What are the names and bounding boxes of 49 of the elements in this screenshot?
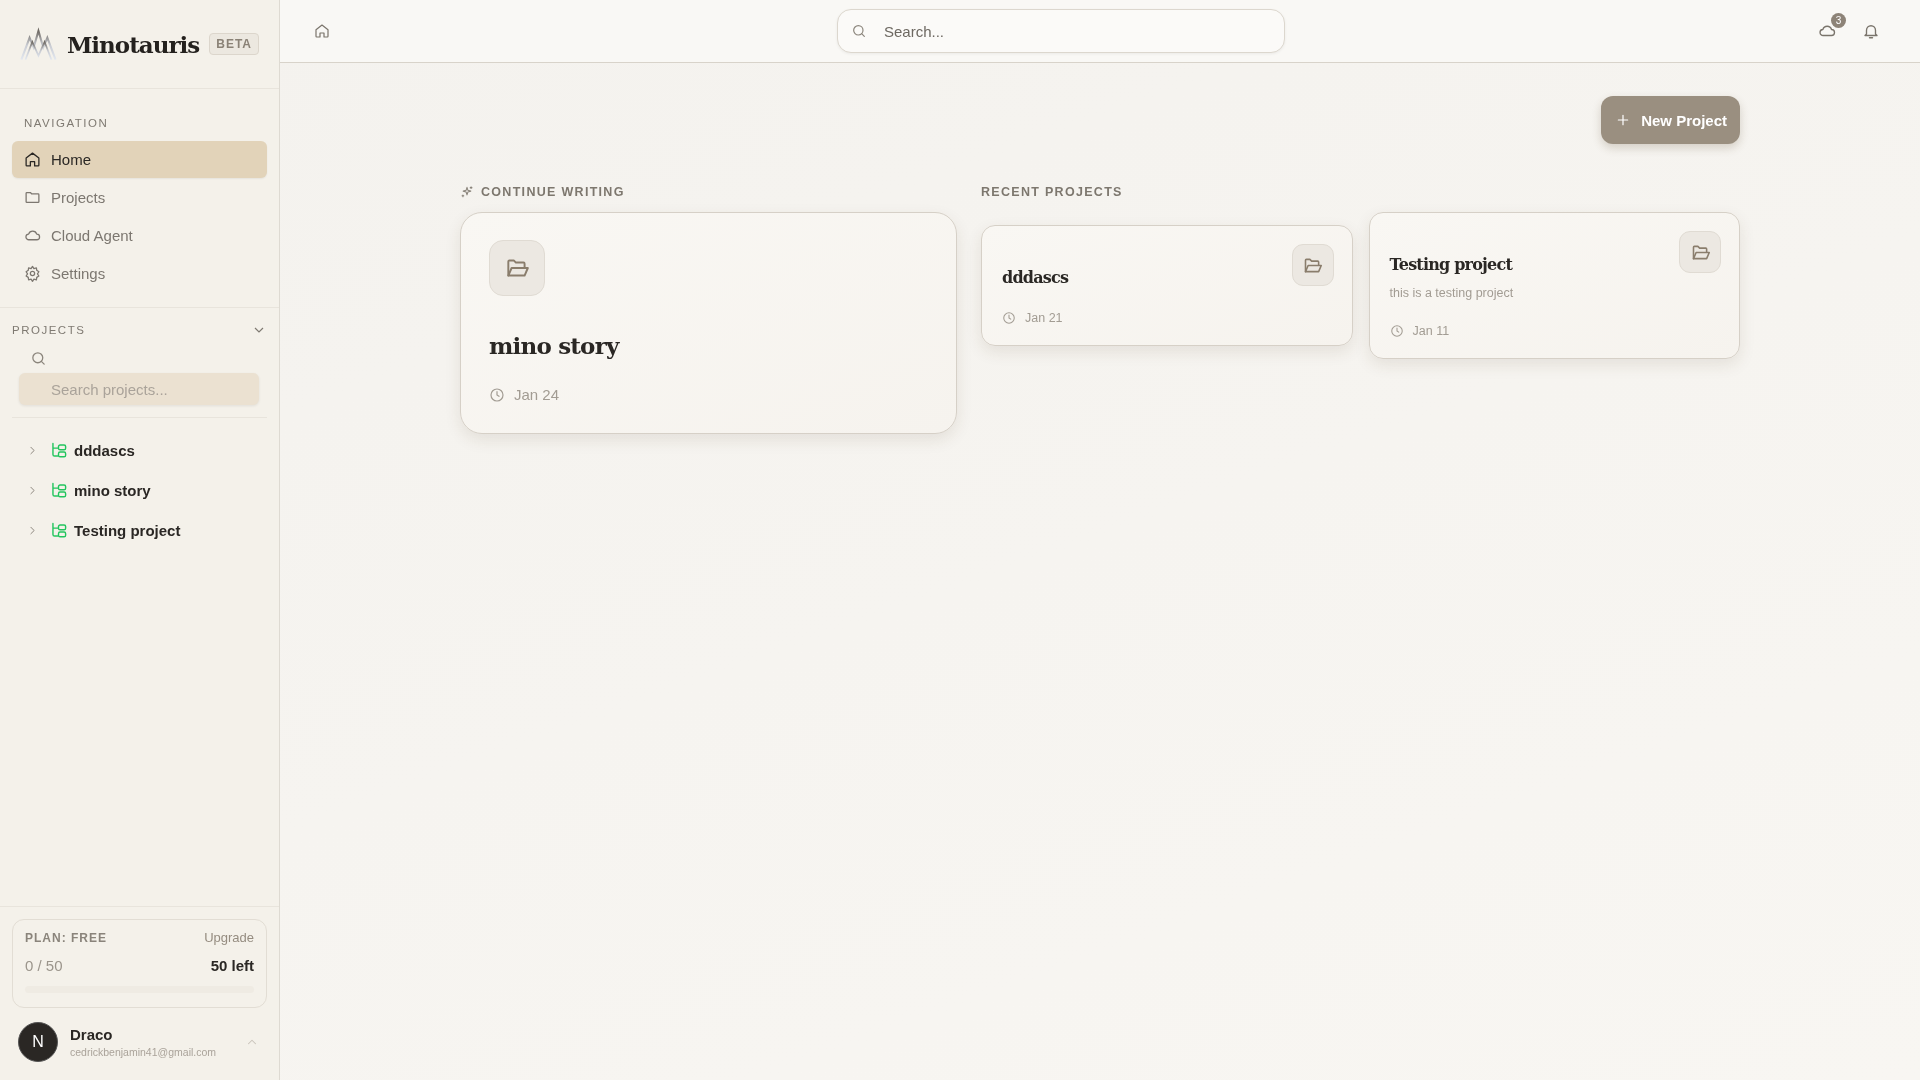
remaining-count: 50 left xyxy=(210,957,254,974)
search-field[interactable]: Search... xyxy=(837,9,1285,53)
project-date: Jan 24 xyxy=(514,386,560,403)
avatar[interactable]: N xyxy=(18,1022,58,1062)
section-heading: RECENT PROJECTS xyxy=(981,185,1123,199)
sparkle-icon xyxy=(460,185,474,199)
settings-icon xyxy=(24,265,41,282)
project-description: this is a testing project xyxy=(1389,286,1515,300)
folder-icon xyxy=(24,189,41,206)
user-email: cedrickbenjamin41@gmail.com xyxy=(70,1046,217,1058)
project-item[interactable]: Testing project xyxy=(74,521,181,539)
clock-icon xyxy=(1002,311,1016,325)
clock-icon xyxy=(489,386,505,403)
project-card[interactable]: Testing project this is a testing project Jan 11 xyxy=(1368,212,1740,359)
project-card[interactable]: mino story Jan 24 xyxy=(460,212,957,434)
project-card[interactable]: dddascs Jan 21 xyxy=(981,225,1353,346)
section-heading: NAVIGATION xyxy=(23,117,110,131)
folder-button[interactable] xyxy=(489,240,545,296)
search-icon xyxy=(851,23,867,39)
search-field[interactable]: Search projects... xyxy=(19,373,259,405)
folder-button[interactable] xyxy=(1679,231,1721,273)
project-tree-icon xyxy=(49,520,68,540)
nav-item[interactable]: Projects xyxy=(12,179,267,216)
project-tree-icon xyxy=(49,480,68,500)
project-date: Jan 11 xyxy=(1412,324,1450,338)
project-title: dddascs xyxy=(1002,268,1070,287)
notification-badge: 3 xyxy=(1831,13,1846,28)
folder-button[interactable] xyxy=(1291,244,1334,286)
section-heading: CONTINUE WRITING xyxy=(481,185,625,199)
project-title: Testing project xyxy=(1389,255,1514,274)
search-icon xyxy=(30,350,47,367)
section-heading: PROJECTS xyxy=(12,324,86,336)
project-tree-icon xyxy=(49,440,68,460)
project-title: mino story xyxy=(489,332,621,359)
notification-icon[interactable] xyxy=(1862,22,1880,40)
project-item[interactable]: dddascs xyxy=(74,441,135,459)
clock-icon xyxy=(1389,324,1404,338)
nav-item[interactable]: Home xyxy=(12,141,267,178)
user-name: Draco xyxy=(70,1026,114,1043)
usage-count: 0 / 50 xyxy=(25,957,63,974)
project-date: Jan 21 xyxy=(1025,311,1063,325)
home-icon xyxy=(24,151,41,168)
project-item[interactable]: mino story xyxy=(74,481,151,499)
plan-label: PLAN: FREE xyxy=(25,930,107,945)
nav-item[interactable]: Settings xyxy=(12,255,267,292)
brand-name: Minotauris xyxy=(66,30,200,58)
beta-badge: BETA xyxy=(209,33,259,55)
home-icon[interactable] xyxy=(314,23,330,39)
nav-item[interactable]: Cloud Agent xyxy=(12,217,267,254)
